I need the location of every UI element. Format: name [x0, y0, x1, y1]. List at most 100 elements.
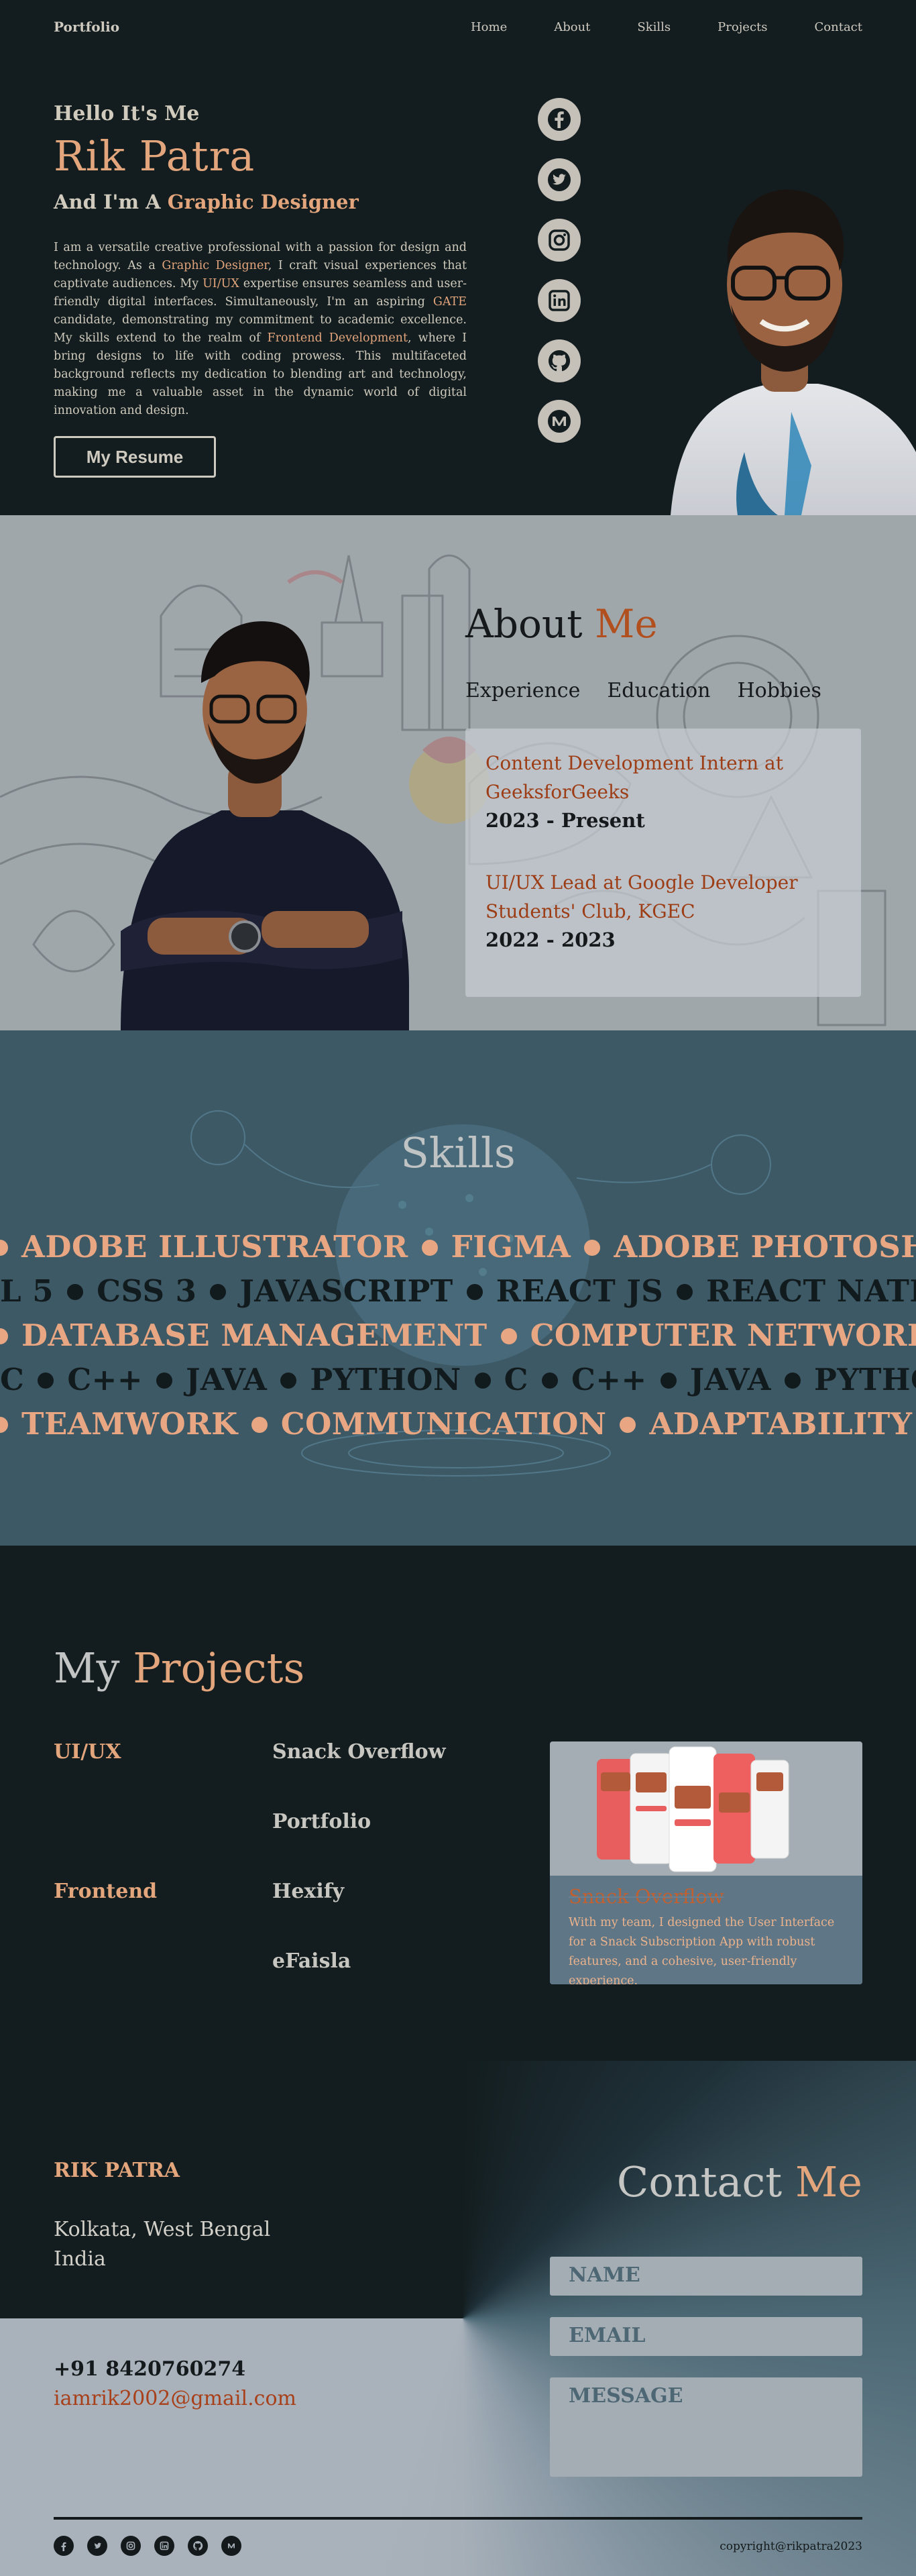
- contact-section: RIK PATRA Kolkata, West Bengal India +91…: [0, 2061, 916, 2576]
- footer-social-links: [54, 2536, 241, 2556]
- about-title: About Me: [465, 601, 658, 647]
- skill-separator-dot: [156, 1372, 173, 1389]
- nav-link-about[interactable]: About: [554, 20, 590, 34]
- skill-separator-dot: [421, 1239, 438, 1256]
- tab-education[interactable]: Education: [607, 679, 710, 702]
- linkedin-icon[interactable]: [154, 2536, 174, 2556]
- skill-item: DATABASE MANAGEMENT: [21, 1318, 488, 1353]
- category-uiux: UI/UX: [54, 1740, 121, 1764]
- experience-item: Content Development Intern at GeeksforGe…: [485, 749, 841, 835]
- hero-name: Rik Patra: [54, 131, 255, 180]
- experience-card: Content Development Intern at GeeksforGe…: [465, 729, 861, 997]
- nav-link-projects[interactable]: Projects: [718, 20, 767, 34]
- skill-marquee-row: DATABASE MANAGEMENTCOMPUTER NETWORKSDATA: [0, 1318, 916, 1353]
- skill-item: TEAMWORK: [21, 1406, 238, 1442]
- skill-separator-dot: [0, 1239, 8, 1256]
- skill-item: FIGMA: [451, 1229, 571, 1265]
- contact-email[interactable]: iamrik2002@gmail.com: [54, 2387, 296, 2410]
- skill-item: C: [504, 1362, 528, 1397]
- profile-photo: [671, 189, 916, 515]
- skill-item: COMMUNICATION: [280, 1406, 607, 1442]
- nav-link-contact[interactable]: Contact: [815, 20, 862, 34]
- nav-link-skills[interactable]: Skills: [637, 20, 671, 34]
- github-icon[interactable]: [538, 339, 581, 382]
- projects-title-b: Projects: [133, 1644, 305, 1693]
- skill-separator-dot: [541, 1372, 558, 1389]
- project-card-desc: With my team, I designed the User Interf…: [569, 1916, 835, 1984]
- project-portfolio[interactable]: Portfolio: [272, 1810, 371, 1833]
- contact-location: Kolkata, West Bengal India: [54, 2215, 270, 2274]
- contact-name: RIK PATRA: [54, 2159, 180, 2182]
- brand-logo[interactable]: Portfolio: [54, 19, 119, 35]
- skill-item: ADAPTABILITY: [649, 1406, 913, 1442]
- resume-button[interactable]: My Resume: [54, 436, 216, 478]
- contact-phone[interactable]: +91 8420760274: [54, 2357, 245, 2381]
- skill-separator-dot: [251, 1416, 268, 1433]
- skill-item: L 5: [0, 1273, 54, 1309]
- linkedin-icon[interactable]: [538, 279, 581, 322]
- project-snack-overflow[interactable]: Snack Overflow: [272, 1740, 446, 1764]
- contact-title: Contact Me: [617, 2157, 862, 2206]
- nav-links: Home About Skills Projects Contact: [471, 20, 862, 34]
- skill-separator-dot: [677, 1283, 693, 1300]
- location-line-2: India: [54, 2247, 106, 2271]
- project-card-title: Snack Overflow: [569, 1885, 724, 1908]
- skills-title: Skills: [400, 1128, 516, 1177]
- skill-separator-dot: [785, 1372, 801, 1389]
- top-navbar: Portfolio Home About Skills Projects Con…: [0, 0, 916, 56]
- tab-hobbies[interactable]: Hobbies: [738, 679, 821, 702]
- hero-greeting: Hello It's Me: [54, 102, 200, 125]
- email-field[interactable]: EMAIL: [550, 2317, 862, 2356]
- facebook-icon[interactable]: [54, 2536, 74, 2556]
- skill-marquee-row: ADOBE ILLUSTRATORFIGMAADOBE PHOTOSHOPADO…: [0, 1229, 916, 1265]
- footer-divider: [54, 2517, 862, 2520]
- contact-title-b: Me: [795, 2157, 862, 2206]
- message-field[interactable]: MESSAGE: [550, 2377, 862, 2477]
- skill-separator-dot: [280, 1372, 297, 1389]
- hero-section: Hello It's Me Rik Patra And I'm A Graphi…: [0, 56, 916, 515]
- project-preview-card[interactable]: Snack Overflow With my team, I designed …: [550, 1741, 862, 1984]
- project-efaisla[interactable]: eFaisla: [272, 1949, 351, 1973]
- facebook-icon[interactable]: [538, 98, 581, 141]
- category-frontend: Frontend: [54, 1880, 158, 1903]
- role-title: Graphic Designer: [167, 191, 359, 213]
- bio-highlight: Graphic Designer: [162, 259, 268, 272]
- experience-date: 2023 - Present: [485, 809, 645, 832]
- instagram-icon[interactable]: [121, 2536, 141, 2556]
- skill-item: C++: [67, 1362, 144, 1397]
- name-field[interactable]: NAME: [550, 2257, 862, 2296]
- skill-separator-dot: [620, 1416, 636, 1433]
- skill-item: C++: [571, 1362, 647, 1397]
- bio-highlight: GATE: [433, 295, 467, 309]
- skill-item: ADOBE PHOTOSHOP: [614, 1229, 916, 1265]
- skill-separator-dot: [466, 1283, 483, 1300]
- about-tabs: Experience Education Hobbies: [465, 679, 821, 702]
- skill-item: REACT JS: [496, 1273, 664, 1309]
- instagram-icon[interactable]: [538, 219, 581, 262]
- experience-role: UI/UX Lead at Google Developer Students'…: [485, 871, 798, 922]
- skill-separator-dot: [500, 1328, 517, 1344]
- skill-item: C: [0, 1362, 25, 1397]
- github-icon[interactable]: [188, 2536, 208, 2556]
- skill-separator-dot: [0, 1416, 8, 1433]
- experience-item: UI/UX Lead at Google Developer Students'…: [485, 868, 841, 954]
- skill-marquee-row: C C++ JAVA PYTHON C C++ JAVA PYTHON: [0, 1362, 916, 1397]
- bio-highlight: Frontend Development: [267, 331, 408, 345]
- medium-icon[interactable]: [538, 400, 581, 443]
- medium-icon[interactable]: [221, 2536, 241, 2556]
- twitter-icon[interactable]: [538, 158, 581, 201]
- skill-separator-dot: [660, 1372, 677, 1389]
- skill-item: JAVASCRIPT: [239, 1273, 453, 1309]
- projects-section: My Projects UI/UX Frontend Snack Overflo…: [0, 1546, 916, 2061]
- skill-separator-dot: [38, 1372, 54, 1389]
- skill-item: REACT NATIVE: [706, 1273, 916, 1309]
- social-links: [538, 98, 581, 443]
- skill-item: ADOBE ILLUSTRATOR: [21, 1229, 408, 1265]
- twitter-icon[interactable]: [87, 2536, 107, 2556]
- skill-separator-dot: [210, 1283, 227, 1300]
- about-section: About Me Experience Education Hobbies Co…: [0, 515, 916, 1030]
- skill-marquee-row: TEAMWORKCOMMUNICATIONADAPTABILITYPROBLEM: [0, 1406, 916, 1442]
- tab-experience[interactable]: Experience: [465, 679, 580, 702]
- nav-link-home[interactable]: Home: [471, 20, 507, 34]
- project-hexify[interactable]: Hexify: [272, 1880, 344, 1903]
